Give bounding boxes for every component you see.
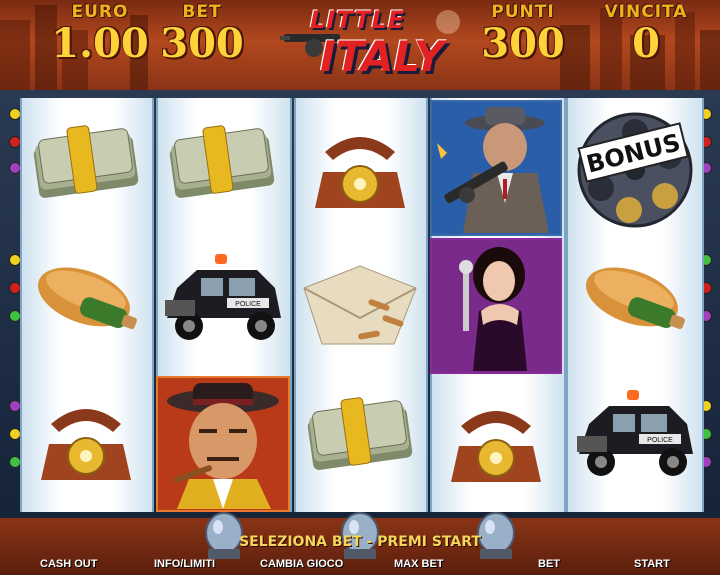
symbol-bonus-revolver: BONUS: [566, 100, 698, 234]
symbol-cash-bundle: [20, 100, 152, 234]
game-logo: LITTLE ITALY: [280, 2, 460, 88]
euro-value: 1.00: [51, 20, 149, 67]
envelope-bullets-icon: [303, 265, 417, 345]
symbol-police-car: POLICE: [156, 236, 288, 370]
start-button[interactable]: START: [634, 558, 670, 570]
bread-bottle-icon: [585, 267, 685, 330]
bet-value: 300: [160, 20, 244, 67]
cash-bundle-icon: [307, 397, 413, 470]
change-game-button[interactable]: CAMBIA GIOCO: [260, 558, 343, 570]
symbol-bread-bottle: [568, 236, 700, 370]
status-message: SELEZIONA BET - PREMI START: [239, 534, 481, 550]
lady-singer-icon: [459, 247, 527, 371]
vincita-value: 0: [632, 20, 660, 67]
euro-label: EURO: [71, 2, 129, 22]
police-label: POLICE: [647, 437, 673, 444]
police-car-icon: POLICE: [165, 254, 281, 340]
cash-bundle-icon: [169, 125, 275, 198]
symbol-rotary-phone: [430, 374, 562, 508]
boss-cigar-icon: [167, 383, 279, 509]
bread-bottle-icon: [37, 267, 137, 330]
police-car-icon: POLICE: [577, 390, 693, 476]
police-label: POLICE: [235, 301, 261, 308]
bet-label: BET: [182, 2, 222, 22]
cash-bundle-icon: [33, 125, 139, 198]
rotary-phone-icon: [451, 411, 541, 482]
punti-label: PUNTI: [491, 2, 555, 22]
euro-stat: EURO 1.00: [50, 2, 150, 66]
symbol-cash-bundle: [294, 372, 426, 506]
symbol-cash-bundle: [156, 100, 288, 234]
vincita-label: VINCITA: [604, 2, 688, 22]
symbol-bread-bottle: [20, 236, 152, 370]
symbol-rotary-phone: [20, 372, 152, 506]
logo-italy: ITALY: [320, 32, 445, 81]
gangster-icon: [437, 107, 549, 233]
max-bet-button[interactable]: MAX BET: [394, 558, 444, 570]
vincita-stat: VINCITA 0: [590, 2, 702, 66]
revolver-cylinder-icon: BONUS: [577, 112, 693, 228]
rotary-phone-icon: [315, 137, 405, 208]
symbol-boss-cigar: [156, 376, 290, 512]
symbol-gangster-tommy-gun: [430, 100, 562, 236]
info-limits-button[interactable]: INFO/LIMITI: [154, 558, 215, 570]
logo-little: LITTLE: [310, 6, 406, 34]
punti-stat: PUNTI 300: [478, 2, 568, 66]
punti-value: 300: [481, 20, 565, 67]
symbol-lady-singer: [430, 238, 562, 374]
symbol-police-car: POLICE: [568, 372, 700, 506]
bet-stat: BET 300: [160, 2, 244, 66]
header: EURO 1.00 BET 300 LITTLE ITALY PUNTI 300…: [0, 0, 720, 90]
symbol-rotary-phone: [294, 100, 426, 234]
symbol-envelope-bullets: [294, 236, 426, 370]
bet-button[interactable]: BET: [538, 558, 560, 570]
rotary-phone-icon: [41, 409, 131, 480]
cash-out-button[interactable]: CASH OUT: [40, 558, 97, 570]
